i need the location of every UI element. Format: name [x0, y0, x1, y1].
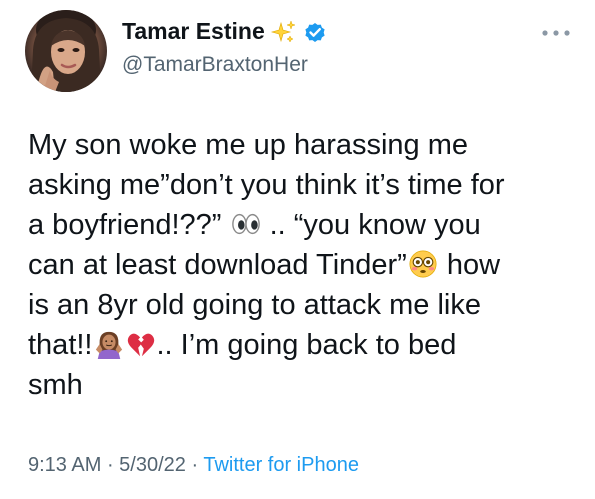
tweet-text-segment: is an 8yr old going to attack me like [28, 289, 481, 321]
more-options-icon[interactable] [541, 28, 571, 38]
tweet-text-segment: a boyfriend!??” [28, 209, 230, 241]
tweet-text-segment: smh [28, 369, 83, 401]
tweet-source-link[interactable]: Twitter for iPhone [203, 454, 359, 476]
woman-shrugging-icon [95, 331, 122, 359]
tweet-text-segment: how [438, 249, 501, 281]
tweet-line: asking me”don’t you think it’s time for [28, 165, 578, 205]
tweet-text-segment: asking me”don’t you think it’s time for [28, 169, 505, 201]
flushed-face-icon [409, 250, 437, 278]
meta-separator: · [101, 454, 120, 476]
tweet-line: is an 8yr old going to attack me like [28, 285, 578, 325]
eyes-icon [231, 213, 260, 235]
sparkles-icon [270, 19, 296, 43]
broken-heart-icon [127, 333, 154, 357]
tweet-line: that!! .. I’m going back to bed [28, 325, 578, 365]
tweet-card: Tamar Estine @TamarBraxtonHer My son wok… [0, 0, 595, 499]
tweet-line: a boyfriend!??” .. “you know you [28, 205, 578, 245]
tweet-text-segment: can at least download Tinder” [28, 249, 407, 281]
tweet-line: smh [28, 365, 578, 405]
display-name[interactable]: Tamar Estine [122, 18, 265, 45]
handle[interactable]: @TamarBraxtonHer [122, 53, 308, 77]
tweet-date[interactable]: 5/30/22 [119, 454, 186, 476]
tweet-text-segment: that!! [28, 329, 93, 361]
tweet-text-segment: .. I’m going back to bed [156, 329, 457, 361]
tweet-text-segment: .. “you know you [261, 209, 481, 241]
tweet-meta: 9:13 AM · 5/30/22 · Twitter for iPhone [28, 454, 359, 477]
meta-separator: · [185, 454, 204, 476]
avatar-portrait-icon [31, 10, 101, 92]
verified-badge-icon [305, 22, 325, 42]
tweet-time[interactable]: 9:13 AM [28, 454, 101, 476]
tweet-text-segment: My son woke me up harassing me [28, 129, 469, 161]
display-name-row[interactable]: Tamar Estine [122, 18, 327, 45]
tweet-line: My son woke me up harassing me [28, 125, 578, 165]
tweet-line: can at least download Tinder” how [28, 245, 578, 285]
tweet-text: My son woke me up harassing me asking me… [28, 125, 578, 405]
avatar[interactable] [25, 10, 107, 92]
